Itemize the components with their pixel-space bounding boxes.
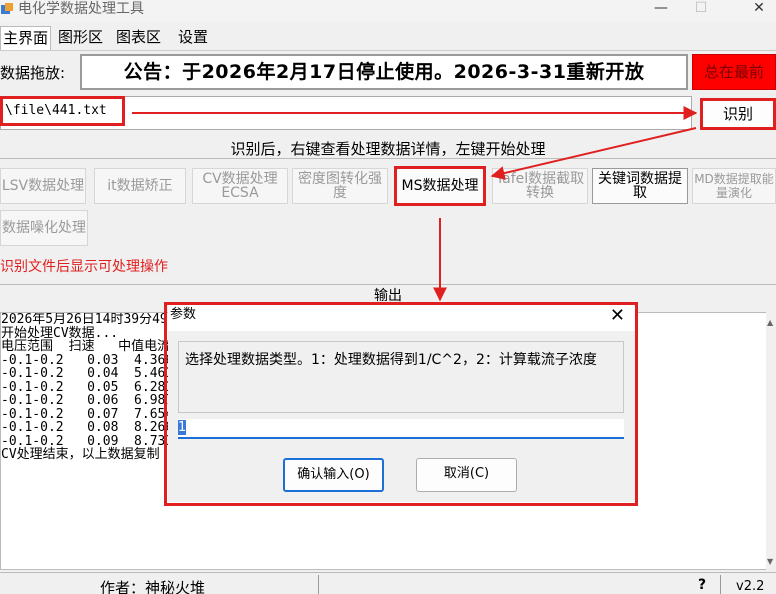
- output-header: 输出: [0, 284, 776, 304]
- divider: [0, 158, 776, 159]
- dialog-close-icon[interactable]: ✕: [610, 305, 625, 327]
- output-log: 2026年5月26日14时39分49 开始处理CV数据... 电压范围 扫速 中值电…: [1, 313, 189, 462]
- output-line: -0.1-0.2 0.06 6.987e-: [1, 393, 189, 408]
- version-label: v2.2: [736, 579, 765, 594]
- output-line: -0.1-0.2 0.07 7.654e-: [1, 406, 189, 422]
- density-convert-button[interactable]: 密度图转化强度: [292, 168, 388, 204]
- dialog-input-value: 1: [178, 420, 187, 435]
- close-button[interactable]: ✕: [736, 0, 776, 20]
- tab-graph[interactable]: 图形区: [56, 26, 105, 50]
- dialog-prompt: 选择处理数据类型。1：处理数据得到1/C^2，2：计算载流子浓度: [178, 341, 624, 413]
- window-title: 电化学数据处理工具: [18, 1, 144, 17]
- author-label: 作者：神秘火堆: [100, 579, 206, 594]
- keyword-extract-button[interactable]: 关键词数据提取: [592, 168, 688, 204]
- output-line: -0.1-0.2 0.03 4.366e-: [1, 352, 189, 368]
- usage-hint: 识别后，右键查看处理数据详情，左键开始处理: [230, 140, 546, 158]
- output-line: -0.1-0.2 0.08 8.2665e: [1, 420, 189, 435]
- tafel-convert-button[interactable]: Tafel数据截取转换: [492, 168, 588, 204]
- output-line: 开始处理CV数据...: [1, 325, 119, 341]
- confirm-button[interactable]: 确认输入(O): [283, 458, 384, 492]
- cancel-button[interactable]: 取消(C): [416, 458, 517, 492]
- output-line: 电压范围 扫速 中值电流: [1, 339, 171, 354]
- drag-drop-label: 数据拖放:: [0, 64, 66, 82]
- lsv-process-button[interactable]: LSV数据处理: [0, 168, 86, 204]
- title-bar: 电化学数据处理工具 — ☐ ✕: [0, 0, 776, 22]
- app-icon: [1, 3, 13, 14]
- maximize-button[interactable]: ☐: [678, 0, 724, 20]
- notice-banner: 公告：于2026年2月17日停止使用。2026-3-31重新开放: [80, 54, 688, 90]
- status-divider: [720, 575, 721, 594]
- always-on-top-button[interactable]: 总在最前: [692, 54, 776, 90]
- noise-process-button[interactable]: 数据噪化处理: [0, 210, 88, 246]
- tab-chart[interactable]: 图表区: [114, 26, 163, 50]
- cv-ecsa-button[interactable]: CV数据处理 ECSA: [192, 168, 288, 204]
- scroll-down-icon[interactable]: ▼: [767, 557, 773, 566]
- output-line: -0.1-0.2 0.05 6.281e-: [1, 379, 189, 395]
- output-line: -0.1-0.2 0.09 8.7335e: [1, 433, 189, 449]
- output-line: CV处理结束，以上数据复制: [1, 447, 160, 462]
- output-line: -0.1-0.2 0.04 5.461e-: [1, 366, 189, 381]
- parameter-dialog: 参数 ✕ 选择处理数据类型。1：处理数据得到1/C^2，2：计算载流子浓度 1 …: [168, 305, 635, 502]
- operations-hint: 识别文件后显示可处理操作: [0, 259, 168, 275]
- help-button[interactable]: ?: [698, 577, 706, 593]
- menu-tabs: 主界面 图形区 图表区 设置: [0, 26, 776, 50]
- status-divider: [318, 575, 319, 594]
- md-energy-button[interactable]: MD数据提取能量演化: [692, 168, 776, 204]
- status-bar: 作者：神秘火堆 ? v2.2: [0, 572, 776, 594]
- tab-main[interactable]: 主界面: [0, 26, 52, 50]
- file-path-value: \file\441.txt: [0, 96, 125, 126]
- dialog-input[interactable]: 1: [178, 419, 624, 439]
- ms-process-button[interactable]: MS数据处理: [394, 166, 486, 206]
- output-scrollbar[interactable]: ▲ ▼: [766, 312, 776, 570]
- recognize-button[interactable]: 识别: [700, 98, 776, 130]
- dialog-title: 参数: [168, 305, 635, 331]
- tab-settings[interactable]: 设置: [176, 26, 210, 50]
- output-line: 2026年5月26日14时39分49: [1, 312, 168, 327]
- it-correct-button[interactable]: it数据矫正: [94, 168, 186, 204]
- annotation-arrow-line: [132, 112, 692, 114]
- scroll-up-icon[interactable]: ▲: [767, 318, 773, 327]
